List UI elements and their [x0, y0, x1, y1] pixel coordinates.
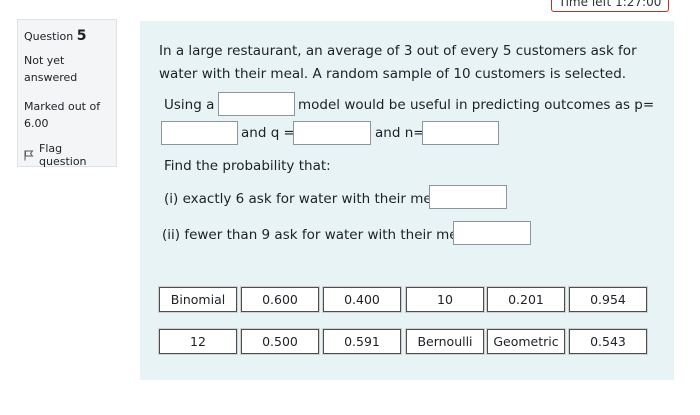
choice-12[interactable]: 12 — [159, 329, 237, 354]
choice-0543[interactable]: 0.543 — [569, 329, 647, 354]
choice-0400[interactable]: 0.400 — [323, 287, 401, 312]
choice-0500[interactable]: 0.500 — [241, 329, 319, 354]
model-drop-zone[interactable] — [218, 92, 295, 116]
choice-0591[interactable]: 0.591 — [323, 329, 401, 354]
choice-0954[interactable]: 0.954 — [569, 287, 647, 312]
p-drop-zone[interactable] — [161, 121, 238, 145]
question-number-value: 5 — [76, 28, 87, 44]
part-ii-drop-zone[interactable] — [453, 221, 531, 245]
question-intro-text: In a large restaurant, an average of 3 o… — [159, 43, 637, 82]
choice-binomial[interactable]: Binomial — [159, 287, 237, 312]
flag-question-link[interactable]: Flag question — [24, 142, 110, 168]
flag-question-label: Flag question — [39, 142, 87, 168]
question-number: Question 5 — [24, 28, 110, 44]
part-i-text: (i) exactly 6 ask for water with their m… — [164, 191, 444, 207]
choice-geometric[interactable]: Geometric — [487, 329, 565, 354]
find-probability-text: Find the probability that: — [164, 158, 331, 174]
and-n-label: and n= — [375, 125, 425, 141]
question-state: Not yet answered — [24, 54, 78, 84]
and-q-label: and q = — [241, 125, 295, 141]
choice-0201[interactable]: 0.201 — [487, 287, 565, 312]
question-grade: Marked out of 6.00 — [24, 100, 101, 130]
question-label: Question — [24, 30, 74, 43]
choice-bernoulli[interactable]: Bernoulli — [406, 329, 484, 354]
time-left-badge: Time left 1:27:00 — [551, 0, 669, 12]
flag-icon — [24, 150, 34, 161]
part-i-drop-zone[interactable] — [429, 185, 507, 209]
choice-10[interactable]: 10 — [406, 287, 484, 312]
part-ii-text: (ii) fewer than 9 ask for water with the… — [162, 227, 470, 243]
using-a-label: Using a — [164, 97, 215, 113]
choice-0600[interactable]: 0.600 — [241, 287, 319, 312]
model-text: model would be useful in predicting outc… — [298, 97, 655, 113]
n-drop-zone[interactable] — [422, 121, 499, 145]
question-info-panel: Question 5 Not yet answered Marked out o… — [17, 19, 117, 168]
question-content: In a large restaurant, an average of 3 o… — [140, 21, 674, 380]
q-drop-zone[interactable] — [293, 121, 371, 145]
